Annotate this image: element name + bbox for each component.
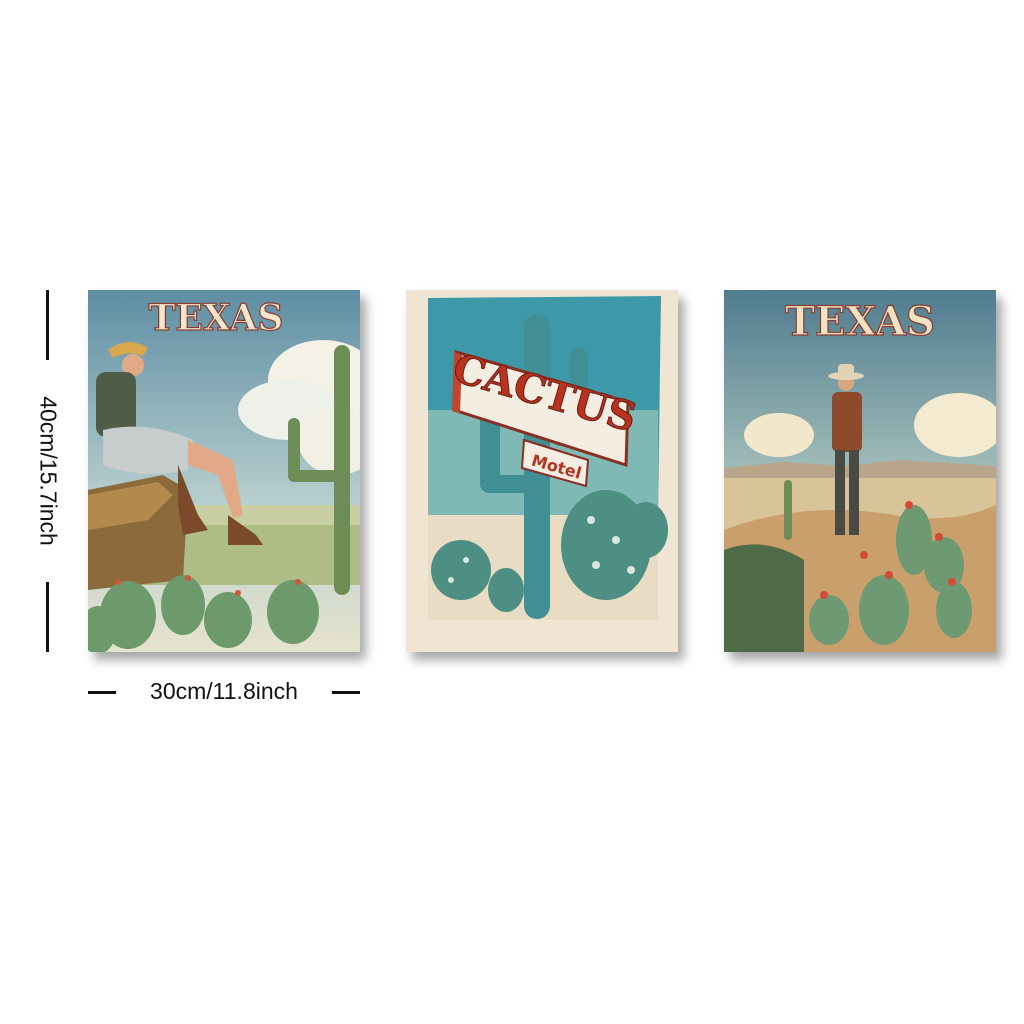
dimension-line: [332, 691, 360, 694]
poster-cactus-motel-art: CACTUS Motel: [406, 290, 678, 652]
width-label: 30cm/11.8inch: [150, 678, 298, 704]
poster-cactus-motel: CACTUS Motel: [406, 290, 678, 652]
dimension-line: [46, 582, 49, 652]
poster-texas-cowboy: TEXAS: [724, 290, 996, 652]
poster-texas-cowgirl: TEXAS: [88, 290, 360, 652]
poster-texas-cowboy-art: TEXAS: [724, 290, 996, 652]
dimension-line: [46, 290, 49, 360]
width-dimension: 30cm/11.8inch: [84, 674, 364, 710]
height-dimension: 40cm/15.7inch: [20, 290, 76, 652]
height-label: 40cm/15.7inch: [35, 396, 62, 546]
poster-title: TEXAS: [785, 298, 935, 345]
poster-title: TEXAS: [149, 297, 284, 339]
poster-texas-cowgirl-art: TEXAS: [88, 290, 360, 652]
